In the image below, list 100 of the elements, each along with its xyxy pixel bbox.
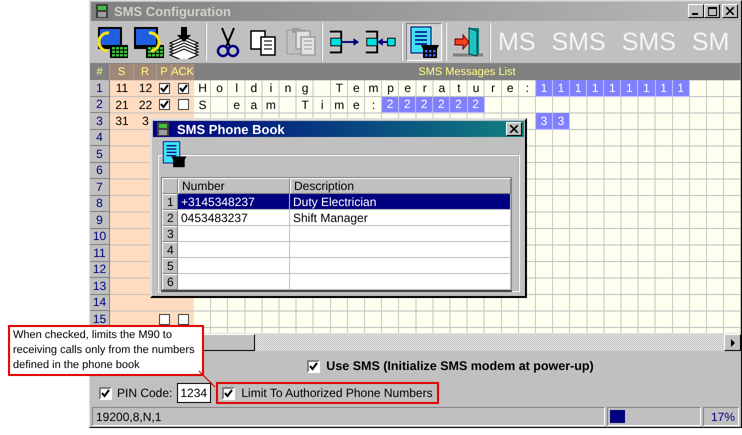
field-cell: 1 [604, 80, 622, 97]
grid-cell-text: e [232, 96, 242, 114]
grid-cell-text: H [197, 80, 208, 97]
grid-cell-text: t [456, 80, 462, 97]
checkbox-label: PIN Code: [117, 386, 172, 400]
grid-cell-text: g [300, 80, 310, 97]
column-header: # [90, 64, 110, 80]
checkbox[interactable] [307, 360, 320, 373]
row-number: 3 [162, 226, 178, 242]
field-cell: 1 [656, 80, 673, 97]
table-cell: Shift Manager [290, 210, 511, 226]
table-row[interactable]: 2 0453483237 Shift Manager [162, 210, 511, 226]
field-cell: 3 [536, 113, 553, 130]
table-cell: Duty Electrician [290, 194, 511, 210]
field-cell: 2 [399, 96, 416, 114]
pin-code-field[interactable]: 1234 [177, 383, 212, 404]
grid-cell-text: o [215, 80, 224, 97]
grid-cell-text: l [234, 80, 240, 97]
checkbox-label: Limit To Authorized Phone Numbers [241, 386, 433, 400]
column-header: Number [178, 178, 290, 194]
field-cell: 1 [536, 80, 553, 97]
field-cell: 1 [570, 80, 588, 97]
table-cell-text: 11 [114, 80, 130, 97]
column-header: P [157, 64, 172, 80]
row-number: 6 [90, 162, 110, 180]
row-number: 2 [162, 210, 178, 226]
checkbox[interactable] [222, 386, 236, 400]
minimize-button[interactable] [688, 4, 704, 18]
row-number: 4 [162, 242, 178, 258]
field-cell: 2 [382, 96, 400, 114]
table-cell-text: 22 [138, 96, 154, 114]
note-tooltip: When checked, limits the M90 to receiving calls only from the numbers defined in the phone book [8, 325, 204, 376]
field-cell: 1 [587, 80, 604, 97]
checkbox[interactable] [99, 386, 112, 400]
toolbar-button[interactable] [406, 23, 442, 62]
grid-cell-text: S [198, 96, 208, 114]
checkbox[interactable] [178, 314, 188, 325]
grid-cell-text: : [370, 96, 376, 114]
table-cell: +3145348237 [178, 194, 290, 210]
table-row[interactable]: 5 [162, 258, 511, 274]
grid-cell-text: a [438, 80, 446, 97]
device-icon [94, 3, 110, 20]
window-title: SMS Configuration [114, 4, 232, 19]
scroll-right-button[interactable] [724, 334, 741, 352]
row-number: 1 [162, 194, 178, 210]
grid-cell-text: : [524, 80, 530, 97]
grid-cell-text: m [264, 96, 277, 114]
checkbox[interactable] [178, 99, 188, 110]
grid-cell-text: r [422, 80, 428, 97]
papers-icon [167, 25, 201, 60]
status-percent: 17% [703, 407, 739, 426]
maximize-icon [708, 6, 716, 16]
field-cell: 2 [433, 96, 450, 114]
grid-cell-text: d [249, 80, 258, 97]
row-number: 9 [90, 212, 110, 229]
row-number: 11 [90, 245, 110, 262]
close-icon [510, 125, 518, 133]
status-text: 19200,8,N,1 [92, 407, 605, 426]
grid-cell-text: r [490, 80, 496, 97]
device-icon [155, 121, 171, 137]
table-row[interactable]: 4 [162, 242, 511, 258]
row-number: 2 [90, 96, 110, 114]
column-header: S [110, 64, 134, 80]
grid-cell-text: e [506, 80, 515, 97]
grid-cell-text: u [472, 80, 480, 97]
row-number: 6 [162, 274, 178, 290]
field-cell: 3 [552, 113, 570, 130]
grid-cell-text: i [268, 80, 274, 97]
field-cell: 1 [621, 80, 638, 97]
row-number: 3 [90, 113, 110, 130]
checkbox[interactable] [159, 99, 170, 110]
field-cell: 1 [672, 80, 690, 97]
table-row[interactable]: 6 [162, 274, 511, 290]
column-header: SMS Messages List [194, 64, 741, 80]
close-button[interactable] [506, 122, 522, 136]
table-row[interactable]: 3 [162, 226, 511, 242]
grid-cell-text: T [334, 80, 344, 97]
column-header: ACK [172, 64, 194, 80]
phone-book-icon [160, 139, 188, 169]
grid-cell-text: a [249, 96, 258, 114]
row-number: 14 [90, 294, 110, 312]
grid-cell-text: n [284, 80, 292, 97]
grid-cell-text: T [300, 96, 310, 114]
row-number: 13 [90, 278, 110, 295]
maximize-button[interactable] [704, 4, 720, 18]
grid-cell-text: p [386, 80, 395, 97]
table-row[interactable]: 1 +3145348237 Duty Electrician [162, 194, 511, 210]
row-number: 8 [90, 196, 110, 212]
row-number: 5 [90, 146, 110, 163]
close-button[interactable] [722, 4, 738, 18]
table-cell-text: 3 [141, 113, 150, 130]
dialog-title: SMS Phone Book [177, 122, 286, 136]
checkbox[interactable] [159, 314, 170, 325]
grid-cell-text: e [352, 80, 361, 97]
grid-cell-text: m [333, 96, 346, 114]
table-cell-text: 31 [114, 113, 130, 130]
grid-cell-text: m [367, 80, 380, 97]
checkbox[interactable] [159, 82, 170, 94]
table-cell-text: 21 [114, 96, 130, 114]
checkbox[interactable] [178, 82, 188, 94]
